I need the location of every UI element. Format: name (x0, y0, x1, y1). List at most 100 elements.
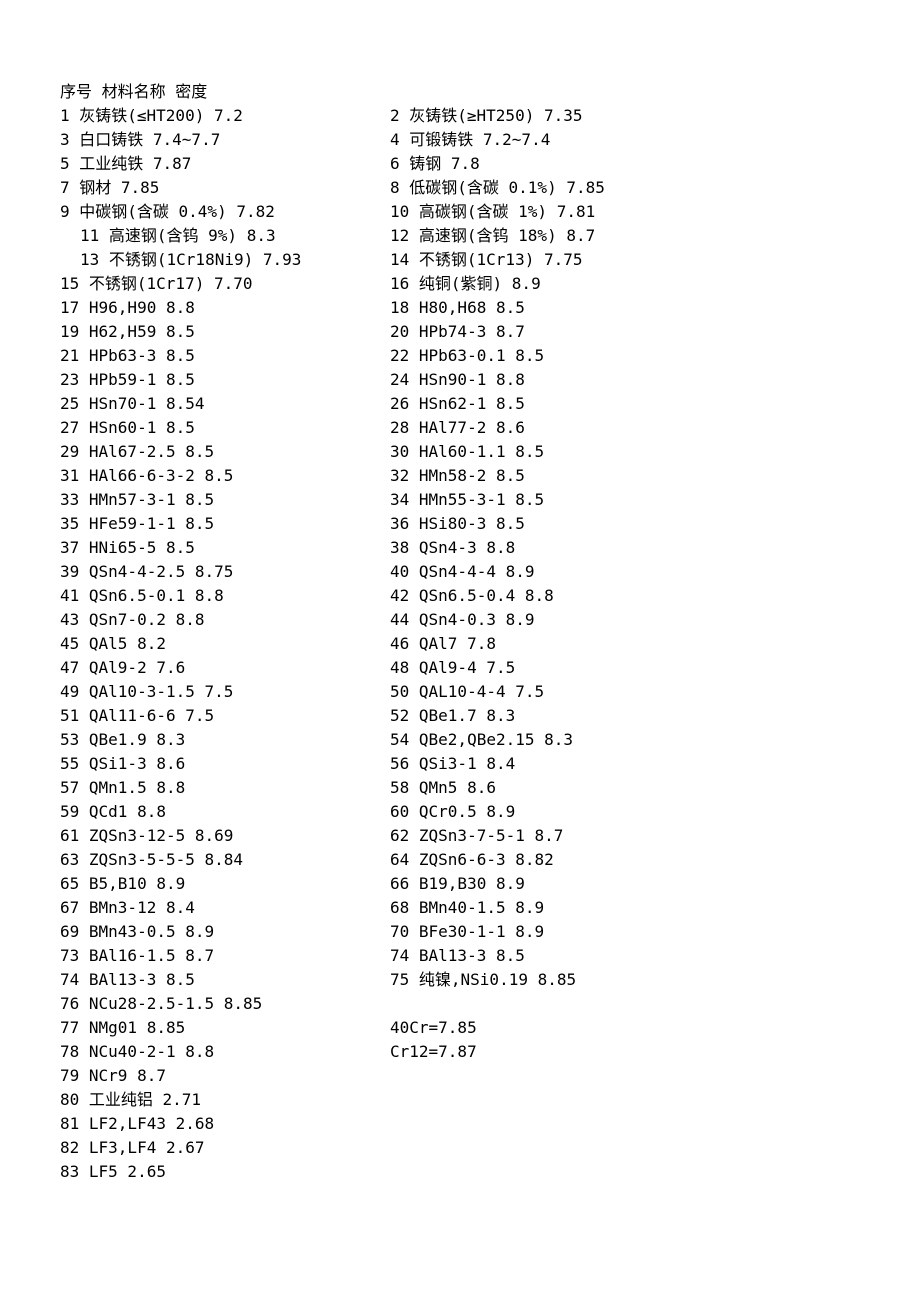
table-header: 序号 材料名称 密度 (60, 80, 860, 104)
cell-left: 81 LF2,LF43 2.68 (60, 1112, 390, 1136)
cell-right: 22 HPb63-0.1 8.5 (390, 344, 860, 368)
cell-right: 60 QCr0.5 8.9 (390, 800, 860, 824)
cell-left: 21 HPb63-3 8.5 (60, 344, 390, 368)
table-row: 76 NCu28-2.5-1.5 8.85 (60, 992, 860, 1016)
table-row: 35 HFe59-1-1 8.536 HSi80-3 8.5 (60, 512, 860, 536)
table-row: 1 灰铸铁(≤HT200) 7.22 灰铸铁(≥HT250) 7.35 (60, 104, 860, 128)
cell-right: 28 HAl77-2 8.6 (390, 416, 860, 440)
table-row: 41 QSn6.5-0.1 8.842 QSn6.5-0.4 8.8 (60, 584, 860, 608)
table-row: 37 HNi65-5 8.538 QSn4-3 8.8 (60, 536, 860, 560)
table-row: 23 HPb59-1 8.524 HSn90-1 8.8 (60, 368, 860, 392)
cell-left: 55 QSi1-3 8.6 (60, 752, 390, 776)
cell-right (390, 1136, 860, 1160)
table-row: 59 QCd1 8.860 QCr0.5 8.9 (60, 800, 860, 824)
cell-right: 26 HSn62-1 8.5 (390, 392, 860, 416)
cell-left: 45 QAl5 8.2 (60, 632, 390, 656)
cell-right: 12 高速钢(含钨 18%) 8.7 (390, 224, 860, 248)
cell-left: 13 不锈钢(1Cr18Ni9) 7.93 (60, 248, 390, 272)
cell-left: 29 HAl67-2.5 8.5 (60, 440, 390, 464)
cell-left: 19 H62,H59 8.5 (60, 320, 390, 344)
table-row: 43 QSn7-0.2 8.844 QSn4-0.3 8.9 (60, 608, 860, 632)
cell-right: 74 BAl13-3 8.5 (390, 944, 860, 968)
table-row: 13 不锈钢(1Cr18Ni9) 7.9314 不锈钢(1Cr13) 7.75 (60, 248, 860, 272)
cell-right: 16 纯铜(紫铜) 8.9 (390, 272, 860, 296)
cell-left: 5 工业纯铁 7.87 (60, 152, 390, 176)
cell-left: 82 LF3,LF4 2.67 (60, 1136, 390, 1160)
cell-left: 43 QSn7-0.2 8.8 (60, 608, 390, 632)
cell-right: 70 BFe30-1-1 8.9 (390, 920, 860, 944)
cell-right (390, 1064, 860, 1088)
cell-left: 17 H96,H90 8.8 (60, 296, 390, 320)
cell-right: Cr12=7.87 (390, 1040, 860, 1064)
cell-left: 23 HPb59-1 8.5 (60, 368, 390, 392)
table-row: 63 ZQSn3-5-5-5 8.8464 ZQSn6-6-3 8.82 (60, 848, 860, 872)
material-density-list: 1 灰铸铁(≤HT200) 7.22 灰铸铁(≥HT250) 7.353 白口铸… (60, 104, 860, 1184)
cell-right: 2 灰铸铁(≥HT250) 7.35 (390, 104, 860, 128)
table-row: 65 B5,B10 8.966 B19,B30 8.9 (60, 872, 860, 896)
cell-right: 52 QBe1.7 8.3 (390, 704, 860, 728)
cell-left: 7 钢材 7.85 (60, 176, 390, 200)
table-row: 9 中碳钢(含碳 0.4%) 7.8210 高碳钢(含碳 1%) 7.81 (60, 200, 860, 224)
cell-right (390, 1112, 860, 1136)
cell-right: 36 HSi80-3 8.5 (390, 512, 860, 536)
cell-left: 78 NCu40-2-1 8.8 (60, 1040, 390, 1064)
cell-right (390, 1088, 860, 1112)
table-row: 79 NCr9 8.7 (60, 1064, 860, 1088)
table-row: 80 工业纯铝 2.71 (60, 1088, 860, 1112)
table-row: 83 LF5 2.65 (60, 1160, 860, 1184)
table-row: 21 HPb63-3 8.522 HPb63-0.1 8.5 (60, 344, 860, 368)
table-row: 57 QMn1.5 8.858 QMn5 8.6 (60, 776, 860, 800)
cell-right: 64 ZQSn6-6-3 8.82 (390, 848, 860, 872)
cell-left: 57 QMn1.5 8.8 (60, 776, 390, 800)
cell-left: 63 ZQSn3-5-5-5 8.84 (60, 848, 390, 872)
cell-left: 65 B5,B10 8.9 (60, 872, 390, 896)
cell-right: 18 H80,H68 8.5 (390, 296, 860, 320)
cell-right: 54 QBe2,QBe2.15 8.3 (390, 728, 860, 752)
cell-right: 8 低碳钢(含碳 0.1%) 7.85 (390, 176, 860, 200)
cell-right: 20 HPb74-3 8.7 (390, 320, 860, 344)
table-row: 17 H96,H90 8.818 H80,H68 8.5 (60, 296, 860, 320)
table-row: 7 钢材 7.858 低碳钢(含碳 0.1%) 7.85 (60, 176, 860, 200)
cell-left: 15 不锈钢(1Cr17) 7.70 (60, 272, 390, 296)
cell-left: 67 BMn3-12 8.4 (60, 896, 390, 920)
table-row: 31 HAl66-6-3-2 8.532 HMn58-2 8.5 (60, 464, 860, 488)
cell-right: 32 HMn58-2 8.5 (390, 464, 860, 488)
table-row: 55 QSi1-3 8.656 QSi3-1 8.4 (60, 752, 860, 776)
cell-right: 40 QSn4-4-4 8.9 (390, 560, 860, 584)
cell-left: 49 QAl10-3-1.5 7.5 (60, 680, 390, 704)
table-row: 67 BMn3-12 8.468 BMn40-1.5 8.9 (60, 896, 860, 920)
cell-right: 10 高碳钢(含碳 1%) 7.81 (390, 200, 860, 224)
cell-left: 80 工业纯铝 2.71 (60, 1088, 390, 1112)
cell-left: 73 BAl16-1.5 8.7 (60, 944, 390, 968)
cell-left: 51 QAl11-6-6 7.5 (60, 704, 390, 728)
cell-right: 14 不锈钢(1Cr13) 7.75 (390, 248, 860, 272)
cell-left: 27 HSn60-1 8.5 (60, 416, 390, 440)
table-row: 11 高速钢(含钨 9%) 8.312 高速钢(含钨 18%) 8.7 (60, 224, 860, 248)
table-row: 27 HSn60-1 8.528 HAl77-2 8.6 (60, 416, 860, 440)
table-row: 69 BMn43-0.5 8.970 BFe30-1-1 8.9 (60, 920, 860, 944)
cell-right: 56 QSi3-1 8.4 (390, 752, 860, 776)
cell-right (390, 992, 860, 1016)
cell-left: 59 QCd1 8.8 (60, 800, 390, 824)
cell-right: 68 BMn40-1.5 8.9 (390, 896, 860, 920)
table-row: 29 HAl67-2.5 8.530 HAl60-1.1 8.5 (60, 440, 860, 464)
cell-left: 47 QAl9-2 7.6 (60, 656, 390, 680)
cell-right: 40Cr=7.85 (390, 1016, 860, 1040)
cell-right (390, 1160, 860, 1184)
cell-left: 35 HFe59-1-1 8.5 (60, 512, 390, 536)
cell-left: 41 QSn6.5-0.1 8.8 (60, 584, 390, 608)
cell-right: 4 可锻铸铁 7.2~7.4 (390, 128, 860, 152)
cell-left: 53 QBe1.9 8.3 (60, 728, 390, 752)
cell-left: 3 白口铸铁 7.4~7.7 (60, 128, 390, 152)
table-row: 39 QSn4-4-2.5 8.7540 QSn4-4-4 8.9 (60, 560, 860, 584)
cell-right: 6 铸钢 7.8 (390, 152, 860, 176)
cell-left: 77 NMg01 8.85 (60, 1016, 390, 1040)
cell-right: 34 HMn55-3-1 8.5 (390, 488, 860, 512)
cell-right: 46 QAl7 7.8 (390, 632, 860, 656)
cell-left: 39 QSn4-4-2.5 8.75 (60, 560, 390, 584)
table-row: 61 ZQSn3-12-5 8.6962 ZQSn3-7-5-1 8.7 (60, 824, 860, 848)
cell-left: 9 中碳钢(含碳 0.4%) 7.82 (60, 200, 390, 224)
cell-left: 76 NCu28-2.5-1.5 8.85 (60, 992, 390, 1016)
cell-left: 83 LF5 2.65 (60, 1160, 390, 1184)
cell-left: 31 HAl66-6-3-2 8.5 (60, 464, 390, 488)
